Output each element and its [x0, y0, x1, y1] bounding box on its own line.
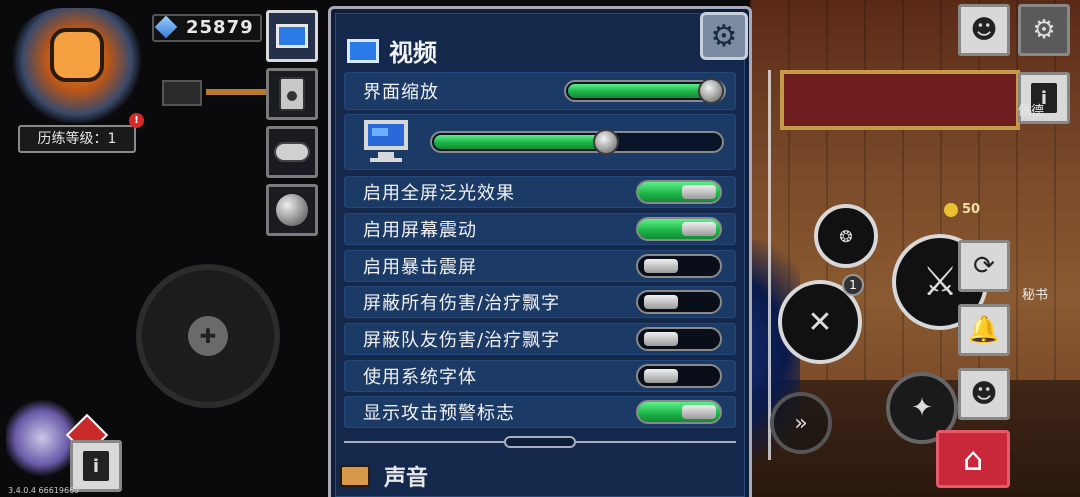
toggle-label: 启用暴击震屏: [363, 257, 477, 278]
home-icon: ⌂: [962, 440, 984, 478]
screen-shake-toggle[interactable]: [636, 217, 722, 241]
headset-agent-icon: ☻: [970, 15, 998, 45]
swirl-skill-icon: ❂: [839, 226, 853, 246]
double-arrow-icon: »: [794, 410, 808, 436]
panel-header: 视频: [347, 33, 437, 68]
level-indicator[interactable]: 历练等级：1: [18, 125, 136, 153]
service-button[interactable]: ☻: [958, 368, 1010, 420]
home-button[interactable]: ⌂: [936, 430, 1010, 488]
hud-progress-line: [206, 89, 266, 95]
tiger-face-icon: [50, 28, 104, 82]
toggle-label: 启用全屏泛光效果: [363, 183, 515, 204]
gear-icon: ⚙: [710, 18, 738, 54]
swap-button[interactable]: ⟳: [958, 240, 1010, 292]
controls-tab[interactable]: [266, 126, 318, 178]
bell-icon: 🔔: [967, 315, 1001, 345]
level-alert-badge: !: [129, 113, 144, 128]
ball-icon: [276, 194, 308, 226]
skill-slot-1[interactable]: ❂: [814, 204, 878, 268]
audio-tab[interactable]: [266, 68, 318, 120]
monitor-icon: [276, 24, 308, 48]
panel-settings-button[interactable]: ⚙: [700, 12, 748, 60]
hide-ally-damage-text-toggle[interactable]: [636, 327, 722, 351]
player-avatar[interactable]: [12, 8, 142, 123]
other-tab[interactable]: [266, 184, 318, 236]
slider-fill: [568, 84, 713, 98]
crit-shake-toggle[interactable]: [636, 254, 722, 278]
notifications-button[interactable]: 🔔: [958, 304, 1010, 356]
slider-handle[interactable]: [698, 78, 724, 104]
panel-title: 视频: [389, 39, 437, 67]
speaker-icon: [340, 465, 370, 487]
toggle-label: 显示攻击预警标志: [363, 403, 515, 424]
coin-icon: [944, 203, 958, 217]
gear-icon: ⚙: [1032, 15, 1056, 45]
monitor-icon: [347, 38, 379, 63]
headset-agent-icon: ☻: [970, 379, 998, 409]
toggle-label: 启用屏幕震动: [363, 220, 477, 241]
dash-button[interactable]: »: [770, 392, 832, 454]
journal-button[interactable]: i: [70, 440, 122, 492]
dpad-icon: ✚: [188, 316, 228, 356]
ui-scale-label: 界面缩放: [363, 82, 439, 103]
npc-name-label: 秘书: [1022, 288, 1049, 303]
ui-scale-slider[interactable]: [564, 78, 726, 104]
pet-character: [6, 398, 78, 478]
aim-line: [768, 70, 771, 460]
bloom-toggle[interactable]: [636, 180, 722, 204]
video-tab[interactable]: [266, 10, 318, 62]
support-button[interactable]: ☻: [958, 4, 1010, 56]
coin-amount: 50: [962, 202, 981, 217]
info-book-icon: i: [83, 451, 109, 481]
npc-name-label: 佩德: [1018, 104, 1045, 119]
hide-all-damage-text-toggle[interactable]: [636, 290, 722, 314]
version-label: 3.4.0.4 66619669: [8, 486, 80, 495]
slider-handle[interactable]: [593, 129, 620, 155]
dodge-icon: ✦: [911, 393, 933, 423]
audio-section-header[interactable]: 声音: [340, 460, 428, 492]
audio-section-title: 声音: [384, 466, 429, 491]
system-font-toggle[interactable]: [636, 364, 722, 388]
gamepad-icon: [274, 142, 310, 162]
attack-warning-toggle[interactable]: [636, 400, 722, 424]
toggle-label: 屏蔽队友伤害/治疗飘字: [363, 330, 561, 351]
speaker-icon: [279, 77, 305, 111]
carpet: [780, 70, 1020, 130]
section-divider: [344, 434, 736, 450]
skill-charge-badge: 1: [842, 274, 864, 296]
movement-joystick[interactable]: ✚: [136, 264, 280, 408]
monitor-icon: [360, 118, 412, 166]
hud-item-slot: [162, 80, 202, 106]
crossed-swords-icon: ✕: [807, 304, 833, 340]
refresh-icon: ⟳: [973, 251, 995, 281]
slider-fill: [434, 135, 609, 149]
weapon-skill-icon: ⚔: [922, 259, 958, 305]
toggle-label: 屏蔽所有伤害/治疗飘字: [363, 293, 561, 314]
settings-button[interactable]: ⚙: [1018, 4, 1070, 56]
brightness-slider[interactable]: [430, 129, 724, 155]
toggle-label: 使用系统字体: [363, 367, 477, 388]
